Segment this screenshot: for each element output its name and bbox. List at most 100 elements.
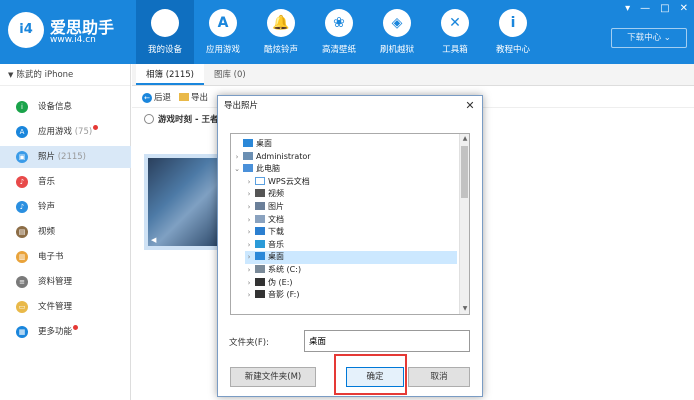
dialog-title-bar: 导出照片 ✕ xyxy=(218,96,482,116)
tree-item-label: 系统 (C:) xyxy=(268,265,302,274)
cloud-icon xyxy=(255,176,265,185)
menu-icon[interactable]: ▾ xyxy=(625,3,630,14)
file-icon: ▭ xyxy=(16,301,28,313)
sidebar-item-label: 音乐 xyxy=(38,177,56,187)
tab-0[interactable]: 相簿 (2115) xyxy=(136,64,204,85)
expand-chevron-icon[interactable]: › xyxy=(245,277,253,290)
minimize-icon[interactable]: — xyxy=(640,3,650,14)
folder-label: 文件夹(F): xyxy=(229,338,269,348)
sidebar-item-9[interactable]: ▦ 更多功能 xyxy=(0,321,131,343)
expand-chevron-icon[interactable]: › xyxy=(245,239,253,252)
close-icon[interactable]: ✕ xyxy=(680,3,688,14)
folder-tree[interactable]: ▲ ▼ 桌面 › Administrator ⌄ 此电脑 › WPS云文档 › 视频 › 图片 › 文档… xyxy=(230,133,470,315)
sidebar-item-5[interactable]: ▤ 视频 xyxy=(0,221,131,243)
tab-1[interactable]: 图库 (0) xyxy=(204,64,256,85)
dialog-close-icon[interactable]: ✕ xyxy=(462,96,478,116)
expand-chevron-icon[interactable]: › xyxy=(245,251,253,264)
tree-item-10[interactable]: › 系统 (C:) xyxy=(245,264,457,277)
sidebar-item-1[interactable]: A 应用游戏 (75) xyxy=(0,121,131,143)
maximize-icon[interactable]: □ xyxy=(660,3,669,14)
top-bar: i4 爱思助手 www.i4.cn 我的设备 A 应用游戏 🔔 酷炫铃声 ❀ 高清壁纸 ◈ 刷机… xyxy=(0,0,694,64)
tree-item-1[interactable]: › Administrator xyxy=(233,151,457,164)
dropbox-icon: ◈ xyxy=(383,9,411,37)
app-store-icon: A xyxy=(209,9,237,37)
expand-chevron-icon[interactable]: › xyxy=(245,264,253,277)
sidebar-item-count: (2115) xyxy=(57,152,86,162)
sidebar-item-3[interactable]: ♪ 音乐 xyxy=(0,171,131,193)
expand-chevron-icon[interactable]: › xyxy=(245,226,253,239)
expand-chevron-icon[interactable]: ⌄ xyxy=(233,163,241,176)
expand-chevron-icon[interactable]: › xyxy=(245,176,253,189)
photo-thumbnail[interactable]: ◀ xyxy=(144,154,222,250)
tree-item-3[interactable]: › WPS云文档 xyxy=(245,176,457,189)
nav-item-6[interactable]: i 教程中心 xyxy=(484,0,542,64)
tree-item-label: 下载 xyxy=(268,227,284,237)
tree-item-2[interactable]: ⌄ 此电脑 xyxy=(233,163,457,176)
back-button[interactable]: ← 后退 xyxy=(142,91,171,103)
brand[interactable]: i4 爱思助手 www.i4.cn xyxy=(8,12,133,52)
brand-url: www.i4.cn xyxy=(50,35,96,45)
tree-item-7[interactable]: › 下载 xyxy=(245,226,457,239)
drive-e-icon xyxy=(255,277,265,286)
apple-icon xyxy=(151,9,179,37)
device-info-icon: i xyxy=(16,101,28,113)
scroll-thumb[interactable] xyxy=(461,146,468,198)
nav-item-0[interactable]: 我的设备 xyxy=(136,0,194,64)
chevron-down-icon: ▼ xyxy=(8,71,14,79)
ok-button-highlight xyxy=(334,354,407,395)
tab-bar: 相簿 (2115) 图库 (0) xyxy=(132,64,694,86)
tree-item-0[interactable]: 桌面 xyxy=(233,138,457,151)
nav-label: 酷炫铃声 xyxy=(263,45,298,55)
sidebar-item-2[interactable]: ▣ 照片 (2115) xyxy=(0,146,131,168)
tree-item-4[interactable]: › 视频 xyxy=(245,188,457,201)
sidebar-item-6[interactable]: ▥ 电子书 xyxy=(0,246,131,268)
nav-item-3[interactable]: ❀ 高清壁纸 xyxy=(310,0,368,64)
export-label: 导出 xyxy=(191,92,209,103)
scroll-up-icon[interactable]: ▲ xyxy=(460,134,469,144)
tree-item-6[interactable]: › 文档 xyxy=(245,214,457,227)
nav-item-2[interactable]: 🔔 酷炫铃声 xyxy=(252,0,310,64)
new-folder-button[interactable]: 新建文件夹(M) xyxy=(230,367,316,387)
tree-item-9[interactable]: › 桌面 xyxy=(245,251,457,264)
nav-item-4[interactable]: ◈ 刷机越狱 xyxy=(368,0,426,64)
data-icon: ≡ xyxy=(16,276,28,288)
expand-chevron-icon[interactable]: › xyxy=(245,188,253,201)
expand-chevron-icon[interactable]: › xyxy=(233,151,241,164)
folder-input[interactable] xyxy=(304,330,470,352)
nav-label: 我的设备 xyxy=(147,45,182,55)
tree-item-label: 音乐 xyxy=(268,239,284,249)
tree-scrollbar[interactable]: ▲ ▼ xyxy=(459,134,469,314)
sidebar-item-label: 设备信息 xyxy=(38,102,73,112)
export-button[interactable]: 导出 xyxy=(179,91,208,103)
sidebar-item-8[interactable]: ▭ 文件管理 xyxy=(0,296,131,318)
tree-item-12[interactable]: › 音影 (F:) xyxy=(245,289,457,302)
expand-chevron-icon[interactable]: › xyxy=(245,289,253,302)
scroll-down-icon[interactable]: ▼ xyxy=(460,304,469,314)
nav-item-5[interactable]: ✕ 工具箱 xyxy=(426,0,484,64)
download-center-button[interactable]: 下载中心 ⌄ xyxy=(611,28,687,48)
cancel-button[interactable]: 取消 xyxy=(408,367,470,387)
info-icon: i xyxy=(499,9,527,37)
expand-chevron-icon[interactable]: › xyxy=(245,201,253,214)
tree-item-8[interactable]: › 音乐 xyxy=(245,239,457,252)
photo-icon: ▣ xyxy=(16,151,28,163)
bell-icon: ♪ xyxy=(16,201,28,213)
sidebar-item-4[interactable]: ♪ 铃声 xyxy=(0,196,131,218)
tree-item-11[interactable]: › 伪 (E:) xyxy=(245,277,457,290)
tree-item-label: 视频 xyxy=(268,189,284,199)
dialog-title: 导出照片 xyxy=(224,101,259,111)
folder-icon xyxy=(179,93,190,101)
tree-item-label: 音影 (F:) xyxy=(268,290,300,300)
sidebar-item-label: 照片 xyxy=(38,152,56,162)
expand-chevron-icon[interactable]: › xyxy=(245,214,253,227)
device-selector[interactable]: ▼ 陈武的 iPhone xyxy=(0,64,130,86)
tree-item-5[interactable]: › 图片 xyxy=(245,201,457,214)
album-radio[interactable] xyxy=(144,114,154,124)
nav-item-1[interactable]: A 应用游戏 xyxy=(194,0,252,64)
sidebar-item-7[interactable]: ≡ 资料管理 xyxy=(0,271,131,293)
music-folder-icon xyxy=(255,239,265,248)
nav-label: 刷机越狱 xyxy=(379,45,414,55)
sidebar-item-0[interactable]: i 设备信息 xyxy=(0,96,131,118)
tools-icon: ✕ xyxy=(441,9,469,37)
notification-dot xyxy=(73,325,79,330)
